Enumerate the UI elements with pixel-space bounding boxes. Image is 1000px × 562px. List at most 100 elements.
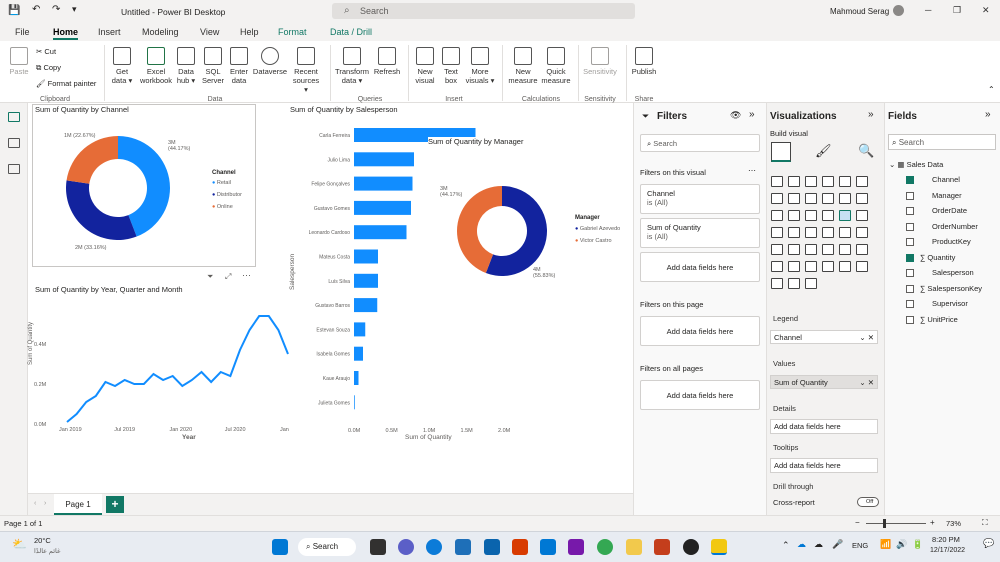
fit-page-icon[interactable]: ⛶ [982, 518, 988, 528]
paste-button[interactable]: Paste [6, 47, 32, 76]
onenote-icon[interactable] [568, 539, 584, 555]
bar-felipe-gonçalves[interactable] [354, 176, 413, 191]
analytics-tab[interactable]: 🔍 [858, 143, 874, 159]
field-channel[interactable]: Channel [932, 175, 960, 184]
format-painter-button[interactable]: 🖌 Format painter [36, 79, 96, 88]
donut-visual-icon[interactable] [839, 210, 851, 221]
global-search[interactable]: ⌕ Search [332, 3, 635, 19]
visual-type-icon[interactable] [771, 210, 783, 221]
menu-view[interactable]: View [200, 27, 219, 37]
add-all-filter-well[interactable]: Add data fields here [640, 380, 760, 410]
weather-icon[interactable]: ⛅ [12, 537, 27, 551]
model-view-icon[interactable] [8, 164, 20, 174]
filter-card-quantity[interactable]: Sum of Quantity is (All) [640, 218, 760, 248]
visual-type-icon[interactable] [822, 210, 834, 221]
explorer-icon[interactable] [626, 539, 642, 555]
visual-type-icon[interactable] [788, 176, 800, 187]
filter-icon[interactable]: ⏷ [207, 272, 213, 282]
visual-type-icon[interactable] [788, 210, 800, 221]
collapse-ribbon-icon[interactable]: ⌃ [988, 85, 995, 94]
field-productkey[interactable]: ProductKey [932, 237, 971, 246]
field-checkbox[interactable] [906, 238, 914, 246]
field-unitprice[interactable]: ∑ UnitPrice [920, 315, 958, 324]
visual-type-icon[interactable] [805, 193, 817, 204]
volume-icon[interactable]: 🔊 [896, 539, 907, 550]
visual-type-icon[interactable] [856, 176, 868, 187]
mail-icon[interactable] [484, 539, 500, 555]
visual-type-icon[interactable] [856, 210, 868, 221]
focus-mode-icon[interactable]: ⤢ [225, 272, 231, 282]
visual-type-icon[interactable] [839, 176, 851, 187]
slice-online[interactable] [66, 136, 118, 184]
zoom-thumb[interactable] [883, 519, 886, 528]
visual-type-icon[interactable] [788, 278, 800, 289]
refresh-button[interactable]: Refresh [372, 47, 402, 76]
field-supervisor[interactable]: Supervisor [932, 299, 968, 308]
visual-type-icon[interactable] [771, 176, 783, 187]
menu-modeling[interactable]: Modeling [142, 27, 179, 37]
bar-kaue-araujo[interactable] [354, 371, 359, 385]
field-manager[interactable]: Manager [932, 191, 962, 200]
visual-type-icon[interactable] [856, 193, 868, 204]
data-view-icon[interactable] [8, 138, 20, 148]
get-data-button[interactable]: Get data ▾ [108, 47, 136, 85]
prev-page-icon[interactable]: ‹ [34, 500, 36, 507]
visual-type-icon[interactable] [839, 261, 851, 272]
add-page-button[interactable]: + [106, 496, 124, 513]
text-box-button[interactable]: Text box [440, 47, 462, 85]
more-options-icon[interactable]: ⋯ [242, 270, 251, 281]
bar-gustavo-gomes[interactable] [354, 200, 411, 215]
tab-page-1[interactable]: Page 1 [54, 494, 102, 515]
collapse-viz-icon[interactable]: » [868, 109, 874, 120]
visual-type-icon[interactable] [839, 227, 851, 238]
visual-type-icon[interactable] [788, 193, 800, 204]
build-visual-tab[interactable] [771, 142, 791, 162]
more-visuals-button[interactable]: More visuals ▾ [464, 47, 496, 85]
menu-insert[interactable]: Insert [98, 27, 121, 37]
tooltips-well[interactable]: Add data fields here [770, 458, 878, 473]
redo-icon[interactable]: ↷ [52, 4, 60, 15]
collapse-filters-icon[interactable]: » [749, 109, 755, 120]
clock-date[interactable]: 12/17/2022 [930, 547, 965, 554]
task-view-icon[interactable] [370, 539, 386, 555]
minimize-icon[interactable]: ─ [925, 5, 931, 15]
start-icon[interactable] [272, 539, 288, 555]
visual-type-icon[interactable] [822, 193, 834, 204]
filters-search[interactable]: ⌕ Search [640, 134, 760, 152]
visual-type-icon[interactable] [771, 278, 783, 289]
visual-type-icon[interactable] [771, 193, 783, 204]
visual-type-icon[interactable] [856, 261, 868, 272]
undo-icon[interactable]: ↶ [32, 4, 40, 15]
visual-type-icon[interactable] [805, 261, 817, 272]
details-well[interactable]: Add data fields here [770, 419, 878, 434]
legend-item-online[interactable]: ● Online [212, 204, 233, 210]
bar-gustavo-barros[interactable] [354, 298, 378, 313]
eye-icon[interactable]: 👁 [730, 110, 741, 121]
visual-type-icon[interactable] [822, 227, 834, 238]
bar-estevan-souza[interactable] [354, 322, 366, 337]
visual-type-icon[interactable] [771, 261, 783, 272]
field-checkbox[interactable] [906, 269, 914, 277]
field-checkbox[interactable] [906, 300, 914, 308]
dataverse-button[interactable]: Dataverse [252, 47, 288, 76]
quantity-line[interactable] [66, 315, 289, 423]
battery-icon[interactable]: 🔋 [912, 539, 923, 550]
user-name[interactable]: Mahmoud Serag [830, 7, 889, 16]
legend-well-field[interactable]: Channel ⌄ ✕ [770, 330, 878, 344]
edge-icon[interactable] [426, 539, 442, 555]
field-checkbox[interactable] [906, 253, 914, 262]
close-icon[interactable]: ✕ [982, 5, 990, 16]
dropdown-icon[interactable]: ▾ [72, 4, 77, 15]
add-page-filter-well[interactable]: Add data fields here [640, 316, 760, 346]
clock-time[interactable]: 8:20 PM [932, 535, 960, 544]
next-page-icon[interactable]: › [44, 500, 46, 507]
save-icon[interactable]: 💾 [8, 5, 20, 16]
bar-mateus-costa[interactable] [354, 249, 378, 264]
visual-type-icon[interactable] [839, 193, 851, 204]
table-sales-data[interactable]: ⌄ ▦ Sales Data [889, 160, 943, 169]
bar-leonardo-cardoso[interactable] [354, 225, 407, 240]
field-checkbox[interactable] [906, 284, 914, 293]
transform-data-button[interactable]: Transform data ▾ [334, 47, 370, 85]
excel-button[interactable]: Excel workbook [138, 47, 174, 85]
visual-type-icon[interactable] [822, 244, 834, 255]
